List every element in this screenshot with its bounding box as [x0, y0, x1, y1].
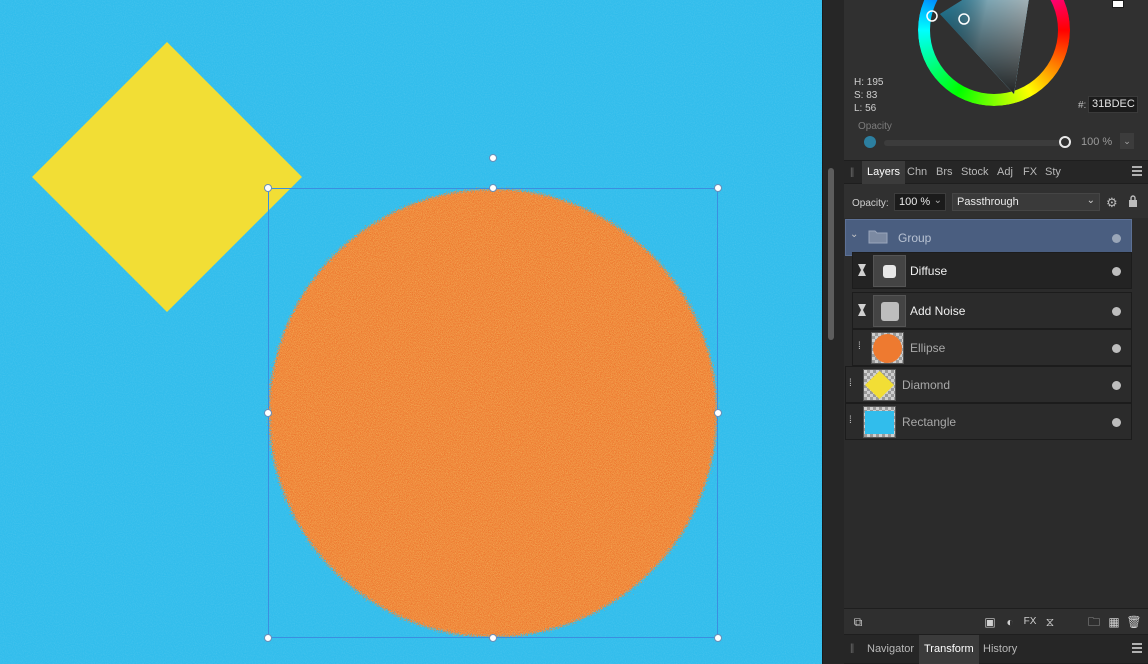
- layer-name: Rectangle: [902, 415, 957, 429]
- layers-list: ⌄ Group Diffuse Add Noise ⁞ Ellipse ⁞ Di…: [844, 218, 1148, 608]
- scrollbar-thumb[interactable]: [828, 168, 834, 340]
- adjustment-icon[interactable]: ◐: [1002, 614, 1018, 630]
- visibility-dot-icon[interactable]: [1112, 418, 1121, 427]
- handle-bottom-left[interactable]: [264, 634, 272, 642]
- layer-row-ellipse[interactable]: ⁞ Ellipse: [852, 329, 1132, 366]
- chevron-down-icon: ⌄: [1086, 195, 1095, 206]
- color-opacity-label: Opacity: [858, 121, 892, 132]
- tab-adjustments[interactable]: Adj: [992, 161, 1018, 184]
- shape-layer-icon: ⁞: [858, 341, 861, 352]
- add-pixel-layer-icon[interactable]: ▦: [1106, 614, 1122, 630]
- handle-bottom-center[interactable]: [489, 634, 497, 642]
- live-filter-icon[interactable]: ⧖: [1042, 614, 1058, 630]
- add-group-folder-icon[interactable]: 🗀: [1086, 614, 1102, 630]
- tab-brushes[interactable]: Brs: [931, 161, 958, 184]
- layer-opacity-value: 100 %: [899, 196, 931, 208]
- visibility-dot-icon[interactable]: [1112, 267, 1121, 276]
- visibility-dot-icon[interactable]: [1112, 307, 1121, 316]
- chevron-down-icon: ⌄: [933, 195, 942, 206]
- color-opacity-slider[interactable]: [884, 140, 1064, 146]
- rotate-handle[interactable]: [489, 154, 497, 162]
- layer-thumbnail: [871, 332, 904, 364]
- current-color-dot: [864, 136, 876, 148]
- panel-menu-icon[interactable]: [1132, 643, 1142, 655]
- right-studio-dock: H: 195 S: 83 L: 56 #: 31BDEC Opacity 100…: [844, 0, 1148, 664]
- chevron-down-icon: ⌄: [1123, 136, 1131, 146]
- ellipse-layer-shape[interactable]: [269, 189, 717, 637]
- live-filter-icon: [858, 264, 866, 276]
- layer-name: Diamond: [902, 378, 951, 392]
- lock-icon[interactable]: [1128, 195, 1138, 207]
- handle-middle-left[interactable]: [264, 409, 272, 417]
- layer-name: Ellipse: [910, 341, 946, 355]
- handle-top-left[interactable]: [264, 184, 272, 192]
- mask-icon[interactable]: ▣: [982, 614, 998, 630]
- hue-readout: H: 195: [854, 77, 884, 88]
- layer-row-rectangle[interactable]: ⁞ Rectangle: [845, 403, 1132, 440]
- layer-name: Group: [898, 231, 932, 245]
- handle-top-center[interactable]: [489, 184, 497, 192]
- layer-options-bar: Opacity: 100 % ⌄ Passthrough ⌄ ⚙: [844, 190, 1148, 218]
- visibility-dot-icon[interactable]: [1112, 234, 1121, 243]
- layer-stack-icon[interactable]: ⧉: [850, 614, 866, 630]
- chevron-down-icon[interactable]: ⌄: [850, 229, 858, 240]
- tab-navigator[interactable]: Navigator: [862, 635, 919, 664]
- layer-thumbnail: [863, 406, 896, 438]
- bottom-tabbar: || Navigator Transform History: [844, 634, 1148, 664]
- live-filter-icon: [858, 304, 866, 316]
- layer-row-add-noise[interactable]: Add Noise: [852, 292, 1132, 329]
- layer-row-diamond[interactable]: ⁞ Diamond: [845, 366, 1132, 403]
- fx-icon[interactable]: FX: [1022, 614, 1038, 630]
- layer-name: Diffuse: [910, 264, 948, 278]
- fill-color-swatch[interactable]: [1112, 0, 1124, 8]
- layer-thumbnail: [863, 369, 896, 401]
- blend-mode-select[interactable]: Passthrough ⌄: [952, 193, 1100, 211]
- tab-transform[interactable]: Transform: [919, 635, 979, 664]
- saturation-readout: S: 83: [854, 90, 878, 101]
- layer-thumbnail: [873, 255, 906, 287]
- hex-input[interactable]: 31BDEC: [1088, 96, 1138, 113]
- hex-label: #:: [1078, 100, 1087, 111]
- tab-stock[interactable]: Stock: [956, 161, 994, 184]
- studio-tabbar: || Layers Chn Brs Stock Adj FX Sty: [844, 160, 1148, 184]
- color-panel: H: 195 S: 83 L: 56 #: 31BDEC Opacity 100…: [844, 0, 1148, 158]
- gear-icon[interactable]: ⚙: [1106, 195, 1118, 211]
- layer-row-diffuse[interactable]: Diffuse: [852, 252, 1132, 289]
- visibility-dot-icon[interactable]: [1112, 344, 1121, 353]
- tab-styles[interactable]: Sty: [1040, 161, 1066, 184]
- tab-channels[interactable]: Chn: [902, 161, 932, 184]
- handle-bottom-right[interactable]: [714, 634, 722, 642]
- color-opacity-slider-knob[interactable]: [1059, 136, 1071, 148]
- lightness-readout: L: 56: [854, 103, 877, 114]
- opacity-dropdown-button[interactable]: ⌄: [1120, 133, 1134, 149]
- document-canvas[interactable]: [0, 0, 822, 664]
- layer-name: Add Noise: [910, 304, 966, 318]
- tab-history[interactable]: History: [978, 635, 1022, 664]
- panel-menu-icon[interactable]: [1132, 166, 1142, 178]
- trash-icon[interactable]: 🗑: [1126, 614, 1142, 630]
- color-opacity-value: 100 %: [1081, 136, 1113, 148]
- layers-toolbar: ⧉ ▣ ◐ FX ⧖ 🗀 ▦ 🗑: [844, 608, 1148, 634]
- drag-grip-icon[interactable]: ||: [850, 643, 854, 654]
- tab-fx[interactable]: FX: [1018, 161, 1042, 184]
- visibility-dot-icon[interactable]: [1112, 381, 1121, 390]
- drag-grip-icon[interactable]: ||: [850, 167, 854, 178]
- shape-layer-icon: ⁞: [849, 415, 852, 426]
- tab-layers[interactable]: Layers: [862, 161, 906, 184]
- folder-icon: [868, 230, 888, 244]
- layer-thumbnail: [873, 295, 906, 327]
- handle-top-right[interactable]: [714, 184, 722, 192]
- layer-row-group[interactable]: ⌄ Group: [845, 219, 1132, 256]
- handle-middle-right[interactable]: [714, 409, 722, 417]
- blend-mode-value: Passthrough: [957, 196, 1019, 208]
- canvas-artwork: [0, 0, 822, 664]
- layer-opacity-field[interactable]: 100 % ⌄: [894, 193, 946, 211]
- shape-layer-icon: ⁞: [849, 378, 852, 389]
- layer-opacity-label: Opacity:: [852, 198, 889, 209]
